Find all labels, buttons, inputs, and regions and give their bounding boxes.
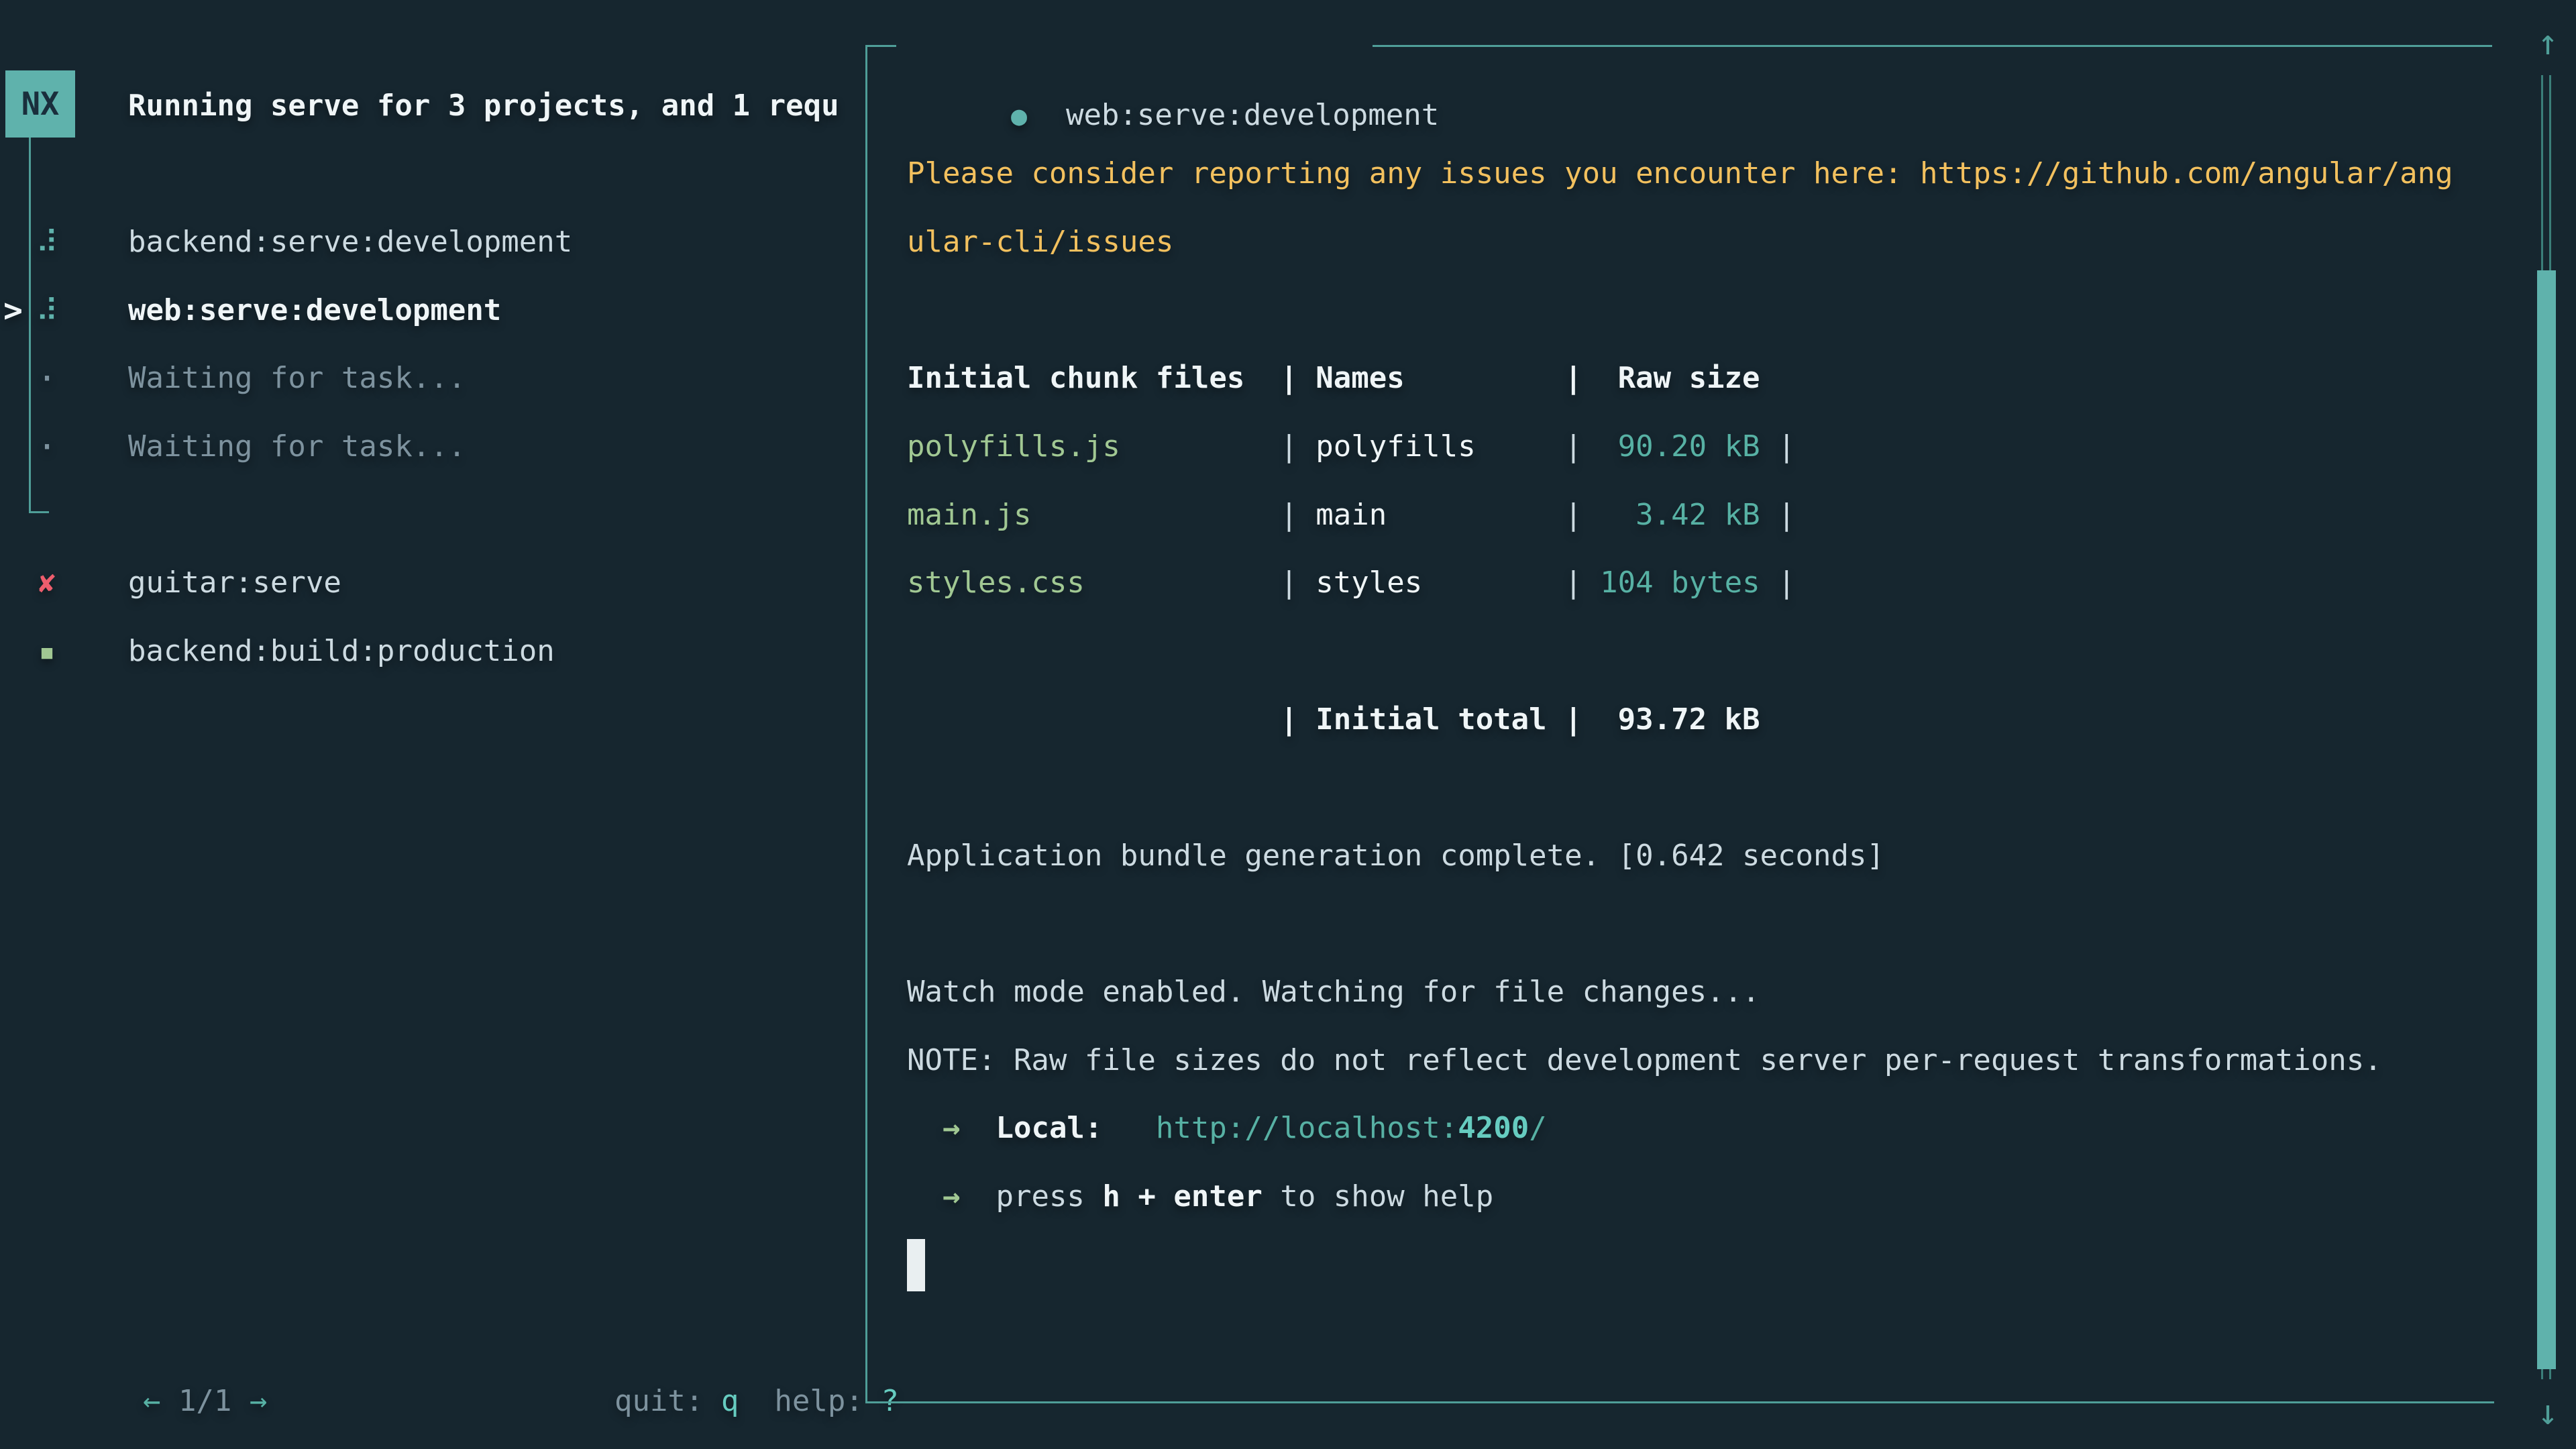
spinner-icon: ⠼: [30, 208, 64, 276]
bundle-total-row: | Initial total | 93.72 kB: [907, 686, 1760, 754]
task-label: backend:build:production: [128, 617, 555, 686]
task-label: backend:serve:development: [128, 208, 572, 276]
output-segment: |: [1031, 498, 1316, 532]
pager-prev-icon[interactable]: ←: [143, 1384, 161, 1418]
help-hint-line: → press h + enter to show help: [907, 1163, 1493, 1231]
task-row-backend-serve-development[interactable]: ⠼ backend:serve:development: [0, 208, 859, 276]
output-segment: |: [1760, 429, 1796, 464]
help-hint-label: help:: [739, 1384, 881, 1418]
terminal-cursor: [907, 1239, 925, 1291]
nx-logo: NX: [5, 70, 75, 138]
task-label: Waiting for task...: [128, 413, 466, 481]
keyboard-hints: quit: q help: ?: [508, 1299, 899, 1367]
output-segment: |: [1085, 566, 1316, 600]
output-segment: |: [1387, 498, 1635, 532]
output-segment: 104 bytes: [1600, 566, 1760, 600]
output-segment: 90.20 kB: [1618, 429, 1760, 464]
bundle-row-main: main.js | main | 3.42 kB |: [907, 481, 1796, 549]
output-segment: main.js: [907, 498, 1031, 532]
bundle-table-header: Initial chunk files | Names | Raw size: [907, 344, 1760, 413]
panel-title-text: web:serve:development: [1066, 98, 1439, 132]
failed-cross-icon: ✘: [30, 549, 64, 617]
nx-tui-screen: NX Running serve for 3 projects, and 1 r…: [0, 0, 2576, 1449]
scroll-up-icon[interactable]: ↑: [2522, 9, 2573, 76]
output-segment: polyfills: [1316, 429, 1475, 464]
arrow-icon: →: [943, 1111, 961, 1145]
panel-border-bottom: [865, 1401, 2494, 1403]
output-segment: Watch mode enabled. Watching for file ch…: [907, 975, 1760, 1009]
sidebar-header: Running serve for 3 projects, and 1 requ: [128, 72, 839, 140]
raw-size-note: NOTE: Raw file sizes do not reflect deve…: [907, 1026, 2382, 1095]
issue-report-notice-line2: ular-cli/issues: [907, 208, 1173, 276]
success-square-icon: ▪: [30, 617, 64, 686]
quit-key: q: [721, 1384, 739, 1418]
panel-border-left: [865, 45, 867, 1403]
pager-label: 1/1: [160, 1384, 249, 1418]
output-segment: main: [1316, 498, 1387, 532]
task-row-backend-build-production[interactable]: ▪ backend:build:production: [0, 617, 859, 686]
output-segment: h + enter: [1102, 1179, 1262, 1214]
local-url-port[interactable]: 4200: [1458, 1111, 1529, 1145]
spinner-icon: ⠼: [30, 276, 64, 345]
task-row-Waiting-for-task[interactable]: · Waiting for task...: [0, 413, 859, 481]
output-segment: styles: [1316, 566, 1422, 600]
output-segment: ular-cli/issues: [907, 225, 1173, 259]
output-segment: |: [1120, 429, 1316, 464]
output-segment: [960, 1179, 996, 1214]
output-segment: Local:: [996, 1111, 1102, 1145]
output-segment: Application bundle generation complete. …: [907, 839, 1884, 873]
task-row-Waiting-for-task[interactable]: · Waiting for task...: [0, 344, 859, 413]
task-row-web-serve-development[interactable]: ⠼ web:serve:development: [0, 276, 859, 345]
output-segment: Initial chunk files | Names | Raw size: [907, 361, 1760, 395]
panel-border-top-stub: [865, 45, 896, 47]
scrollbar-thumb[interactable]: [2537, 270, 2556, 1369]
output-segment: 3.42 kB: [1635, 498, 1760, 532]
output-segment: polyfills.js: [907, 429, 1120, 464]
arrow-icon: →: [943, 1179, 961, 1214]
output-segment: press: [996, 1179, 1102, 1214]
waiting-dot-icon: ·: [30, 344, 64, 413]
local-server-line: → Local: http://localhost:4200/: [907, 1094, 1547, 1163]
panel-title: ●web:serve:development: [904, 13, 1439, 81]
output-segment: | Initial total | 93.72 kB: [907, 702, 1760, 737]
output-segment: Please consider reporting any issues you…: [907, 156, 2453, 191]
output-segment: [907, 1111, 943, 1145]
output-segment: [1102, 1111, 1155, 1145]
task-row-guitar-serve[interactable]: ✘ guitar:serve: [0, 549, 859, 617]
local-url-slash[interactable]: /: [1529, 1111, 1547, 1145]
output-segment: [907, 1179, 943, 1214]
output-segment: NOTE: Raw file sizes do not reflect deve…: [907, 1043, 2382, 1077]
bundle-row-polyfills: polyfills.js | polyfills | 90.20 kB |: [907, 413, 1796, 481]
pager-next-icon[interactable]: →: [250, 1384, 268, 1418]
quit-hint-label: quit:: [614, 1384, 721, 1418]
output-segment: |: [1760, 498, 1796, 532]
bundle-complete-message: Application bundle generation complete. …: [907, 822, 1884, 890]
issue-report-notice-line1: Please consider reporting any issues you…: [907, 140, 2453, 208]
panel-border-top: [1373, 45, 2492, 47]
pager: ← 1/1 →: [36, 1299, 267, 1367]
output-segment: [960, 1111, 996, 1145]
task-tree-corner: [29, 511, 49, 513]
task-label: Waiting for task...: [128, 344, 466, 413]
output-segment: |: [1422, 566, 1600, 600]
watch-mode-message: Watch mode enabled. Watching for file ch…: [907, 958, 1760, 1026]
task-label: web:serve:development: [128, 276, 501, 345]
output-segment: styles.css: [907, 566, 1085, 600]
output-segment: to show help: [1263, 1179, 1493, 1214]
task-label: guitar:serve: [128, 549, 341, 617]
scroll-down-icon[interactable]: ↓: [2522, 1379, 2573, 1446]
waiting-dot-icon: ·: [30, 413, 64, 481]
local-url[interactable]: http://localhost:: [1156, 1111, 1458, 1145]
output-segment: |: [1476, 429, 1618, 464]
output-segment: |: [1760, 566, 1796, 600]
bundle-row-styles: styles.css | styles | 104 bytes |: [907, 549, 1796, 617]
